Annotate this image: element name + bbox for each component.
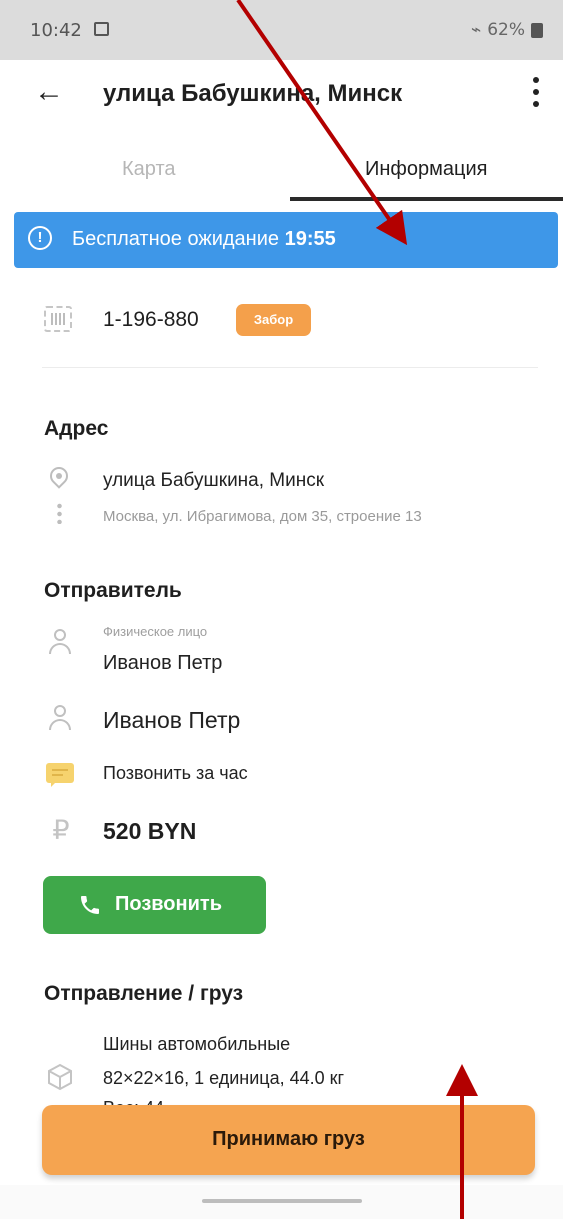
accept-cargo-button[interactable]: Принимаю груз — [42, 1105, 535, 1175]
phone-icon — [81, 896, 99, 914]
person-icon — [48, 629, 72, 655]
cargo-title: Отправление / груз — [44, 982, 244, 1005]
active-tab-indicator — [290, 197, 563, 201]
contact-person-icon — [48, 705, 72, 731]
order-row: 1-196-880 Забор — [0, 296, 563, 344]
banner-timer: 19:55 — [284, 228, 336, 250]
order-number: 1-196-880 — [103, 308, 199, 331]
divider — [42, 367, 538, 368]
route-dots-icon — [57, 502, 62, 524]
package-icon — [48, 1063, 72, 1091]
ruble-icon: ₽ — [52, 815, 70, 845]
screen: 10:42 ⌁ 62% ← улица Бабушкина, Минск Кар… — [0, 0, 563, 1219]
gallery-notification-icon — [94, 22, 109, 36]
barcode-scan-icon — [44, 306, 72, 332]
tab-bar: Карта Информация — [0, 142, 563, 204]
battery-icon — [531, 22, 543, 38]
banner-text: Бесплатное ожидание 19:55 — [72, 228, 336, 251]
address-main: улица Бабушкина, Минск — [103, 470, 325, 491]
tab-map[interactable]: Карта — [122, 158, 176, 181]
sender-type: Физическое лицо — [103, 624, 208, 639]
price: 520 BYN — [103, 818, 197, 844]
comment-text: Позвонить за час — [103, 763, 248, 783]
status-indicators: ⌁ 62% — [471, 20, 543, 40]
cargo-name: Шины автомобильные — [103, 1034, 291, 1054]
status-bar: 10:42 ⌁ 62% — [0, 0, 563, 60]
call-button-label: Позвонить — [115, 893, 222, 915]
address-title: Адрес — [44, 417, 109, 440]
battery-percent: 62% — [487, 20, 525, 40]
home-indicator[interactable] — [202, 1199, 362, 1203]
app-bar: ← улица Бабушкина, Минск — [0, 60, 563, 128]
contact-name: Иванов Петр — [103, 707, 241, 733]
wifi-signal-icon: ⌁ — [470, 20, 482, 40]
sender-name: Иванов Петр — [103, 652, 223, 674]
call-button[interactable]: Позвонить — [43, 876, 266, 934]
banner-label: Бесплатное ожидание — [72, 228, 280, 250]
tab-info[interactable]: Информация — [365, 158, 487, 181]
free-waiting-banner: ! Бесплатное ожидание 19:55 — [14, 212, 558, 268]
page-title: улица Бабушкина, Минск — [103, 80, 403, 107]
address-secondary: Москва, ул. Ибрагимова, дом 35, строение… — [103, 508, 422, 525]
status-badge: Забор — [236, 304, 311, 336]
comment-icon — [46, 763, 74, 787]
cargo-dimensions: 82×22×16, 1 единица, 44.0 кг — [103, 1068, 345, 1088]
status-time: 10:42 — [30, 20, 82, 41]
more-vertical-icon[interactable] — [529, 74, 543, 110]
arrow-left-icon[interactable]: ← — [34, 72, 70, 112]
sender-title: Отправитель — [44, 579, 182, 602]
location-pin-icon — [46, 463, 72, 491]
info-icon: ! — [28, 226, 52, 250]
accept-cargo-label: Принимаю груз — [212, 1128, 365, 1150]
